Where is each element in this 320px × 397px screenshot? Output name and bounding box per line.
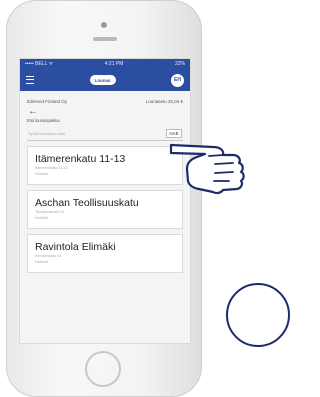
status-time: 4:21 PM bbox=[104, 61, 124, 67]
restaurant-name: Itämerenkatu 11-13 bbox=[35, 153, 126, 165]
pointing-hand-icon bbox=[169, 143, 245, 195]
front-camera bbox=[101, 22, 107, 28]
user-avatar[interactable]: EH bbox=[171, 73, 184, 87]
search-bar: Syötä ravintolan nimi HAE bbox=[27, 127, 183, 141]
restaurant-card[interactable]: Aschan Teollisuuskatu Teollisuuskatu 21 … bbox=[27, 190, 183, 229]
restaurant-card[interactable]: Ravintola Elimäki Elimäenkatu 14 Helsink… bbox=[27, 234, 183, 273]
main-content: Edenred Finland Oy Lounasetu 32,04 € ← E… bbox=[20, 91, 190, 279]
earpiece-speaker bbox=[93, 37, 117, 41]
restaurant-address: Elimäenkatu 14 bbox=[35, 254, 62, 258]
hamburger-menu-icon[interactable] bbox=[26, 76, 34, 84]
balance-value: Lounasetu 32,04 € bbox=[145, 99, 183, 104]
app-header: Lounas EH bbox=[20, 69, 190, 91]
back-arrow-icon[interactable]: ← bbox=[28, 107, 183, 117]
restaurant-card[interactable]: Itämerenkatu 11-13 Itämerenkatu 11-13 He… bbox=[27, 146, 183, 185]
home-button[interactable] bbox=[85, 351, 121, 387]
status-bar: ••••• BELL ᯤ 4:21 PM 22% bbox=[20, 59, 190, 69]
restaurant-name: Ravintola Elimäki bbox=[35, 241, 116, 253]
search-input[interactable]: Syötä ravintolan nimi bbox=[28, 131, 65, 136]
restaurant-address: Teollisuuskatu 21 bbox=[35, 210, 65, 214]
restaurant-city: Helsinki bbox=[35, 172, 49, 176]
restaurant-address: Itämerenkatu 11-13 bbox=[35, 166, 68, 170]
restaurant-city: Helsinki bbox=[35, 216, 49, 220]
account-row: Edenred Finland Oy Lounasetu 32,04 € bbox=[27, 99, 183, 104]
restaurant-city: Helsinki bbox=[35, 260, 49, 264]
section-label: Etsi lounaspaikka bbox=[27, 118, 60, 123]
app-logo: Lounas bbox=[89, 75, 116, 85]
annotation-circle bbox=[226, 283, 290, 347]
company-name: Edenred Finland Oy bbox=[27, 99, 68, 104]
restaurant-name: Aschan Teollisuuskatu bbox=[35, 197, 139, 209]
app-screen: ••••• BELL ᯤ 4:21 PM 22% Lounas EH Edenr… bbox=[19, 58, 191, 344]
carrier-signal: ••••• BELL ᯤ bbox=[25, 61, 54, 67]
battery-level: 22% bbox=[174, 61, 185, 67]
